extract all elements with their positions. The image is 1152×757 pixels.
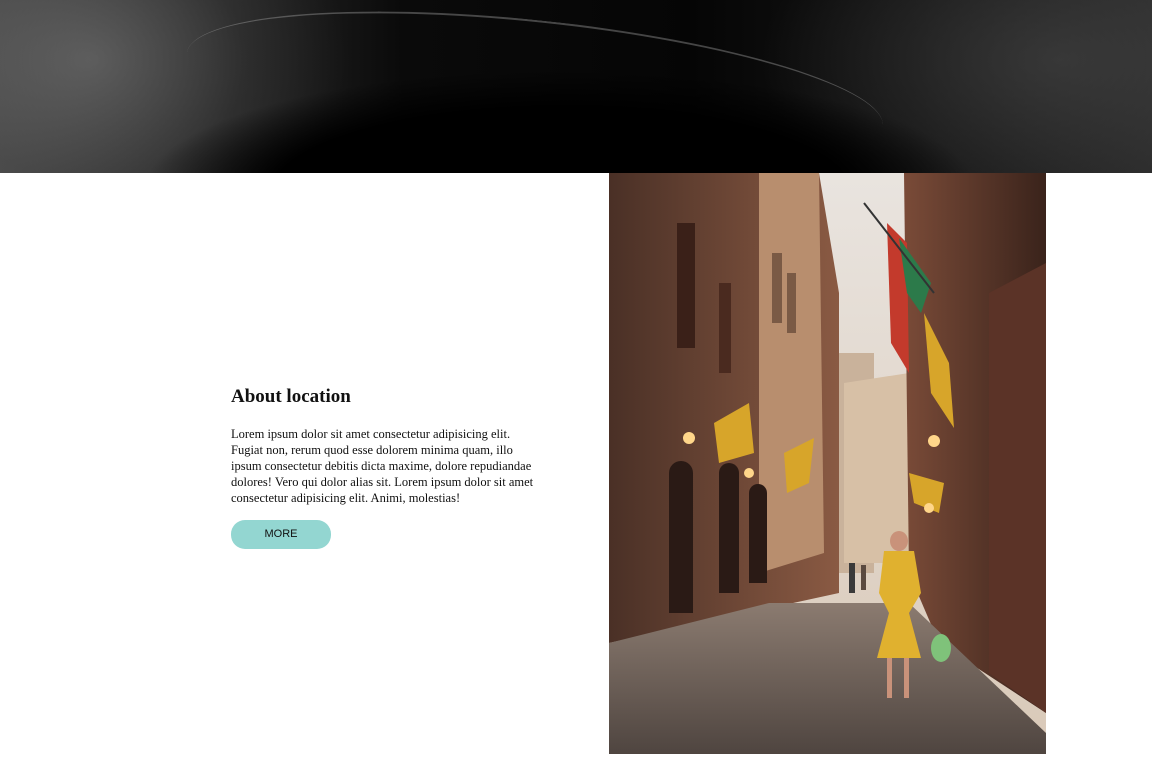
about-location-section: About location Lorem ipsum dolor sit ame… <box>231 386 536 549</box>
about-title: About location <box>231 386 351 407</box>
street-photo <box>609 173 1046 754</box>
street-scene-icon <box>609 173 1046 754</box>
about-body-text: Lorem ipsum dolor sit amet consectetur a… <box>231 427 534 505</box>
hero-banner-image <box>0 0 1152 288</box>
more-button[interactable]: MORE <box>231 520 331 549</box>
